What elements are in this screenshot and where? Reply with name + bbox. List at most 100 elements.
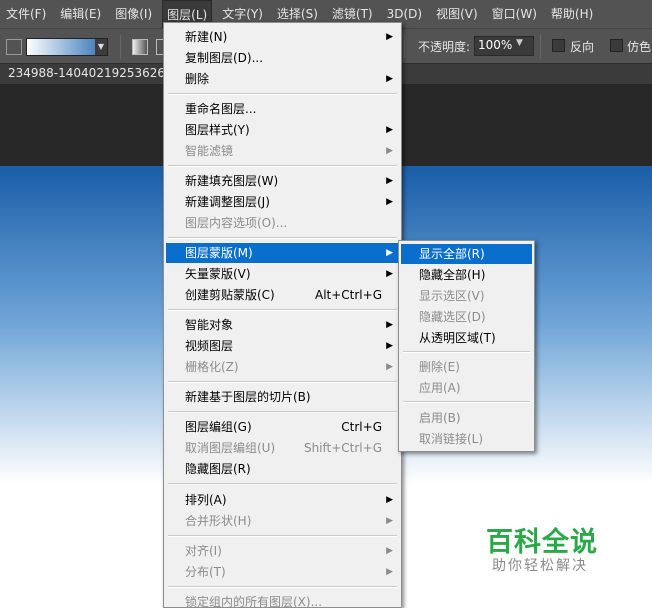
menu-item-layer-content-options[interactable]: 图层内容选项(O)... bbox=[166, 213, 399, 233]
menu-separator bbox=[168, 165, 397, 167]
menu-separator bbox=[168, 93, 397, 95]
menu-item-label: 新建基于图层的切片(B) bbox=[185, 390, 311, 404]
menu-file[interactable]: 文件(F) bbox=[2, 0, 50, 28]
menu-item-label: 新建填充图层(W) bbox=[185, 174, 279, 188]
menu-item-label: 重命名图层... bbox=[185, 102, 257, 116]
menu-item-label: 智能滤镜 bbox=[185, 144, 234, 158]
dither-checkbox[interactable] bbox=[610, 39, 623, 52]
layer-mask-submenu: 显示全部(R) 隐藏全部(H) 显示选区(V) 隐藏选区(D) 从透明区域(T)… bbox=[398, 240, 535, 452]
menu-item-duplicate-layer[interactable]: 复制图层(D)... bbox=[166, 48, 399, 68]
menu-separator bbox=[403, 401, 530, 403]
menu-item-smart-object[interactable]: 智能对象 ▶ bbox=[166, 315, 399, 335]
menu-item-shortcut: Shift+Ctrl+G bbox=[303, 441, 382, 455]
menu-item-reveal-selection[interactable]: 显示选区(V) bbox=[401, 286, 532, 306]
menu-separator bbox=[168, 535, 397, 537]
submenu-arrow-icon: ▶ bbox=[386, 125, 393, 135]
menu-item-combine-shapes[interactable]: 合并形状(H) ▶ bbox=[166, 511, 399, 531]
reverse-label: 反向 bbox=[570, 40, 595, 54]
menu-item-apply-mask[interactable]: 应用(A) bbox=[401, 378, 532, 398]
submenu-arrow-icon: ▶ bbox=[386, 495, 393, 505]
submenu-arrow-icon: ▶ bbox=[386, 176, 393, 186]
menu-view[interactable]: 视图(V) bbox=[432, 0, 482, 28]
menu-item-label: 锁定组内的所有图层(X)... bbox=[185, 595, 323, 608]
separator bbox=[404, 34, 405, 58]
menu-item-label: 隐藏图层(R) bbox=[185, 462, 251, 476]
menu-item-hide-all[interactable]: 隐藏全部(H) bbox=[401, 265, 532, 285]
menu-item-label: 合并形状(H) bbox=[185, 514, 252, 528]
menu-item-label: 删除 bbox=[185, 72, 210, 86]
menu-item-label: 图层内容选项(O)... bbox=[185, 216, 288, 230]
menu-item-ungroup-layers[interactable]: 取消图层编组(U) Shift+Ctrl+G bbox=[166, 438, 399, 458]
menu-item-reveal-all[interactable]: 显示全部(R) bbox=[401, 244, 532, 264]
menu-window[interactable]: 窗口(W) bbox=[488, 0, 541, 28]
menu-item-delete[interactable]: 删除 ▶ bbox=[166, 69, 399, 89]
menu-item-label: 隐藏全部(H) bbox=[419, 268, 486, 282]
menu-item-create-clipping-mask[interactable]: 创建剪贴蒙版(C) Alt+Ctrl+G bbox=[166, 285, 399, 305]
menu-item-label: 矢量蒙版(V) bbox=[185, 267, 251, 281]
menu-edit[interactable]: 编辑(E) bbox=[56, 0, 105, 28]
menu-item-new-adjustment-layer[interactable]: 新建调整图层(J) ▶ bbox=[166, 192, 399, 212]
separator bbox=[540, 34, 541, 58]
menu-item-label: 图层蒙版(M) bbox=[185, 246, 253, 260]
menu-item-label: 对齐(I) bbox=[185, 544, 222, 558]
menu-item-rename-layer[interactable]: 重命名图层... bbox=[166, 99, 399, 119]
menu-image[interactable]: 图像(I) bbox=[111, 0, 156, 28]
chevron-down-icon[interactable]: ▼ bbox=[516, 38, 523, 48]
menu-item-distribute[interactable]: 分布(T) ▶ bbox=[166, 562, 399, 582]
menu-item-shortcut: Alt+Ctrl+G bbox=[314, 288, 382, 302]
menu-separator bbox=[168, 309, 397, 311]
menu-item-label: 应用(A) bbox=[419, 381, 461, 395]
submenu-arrow-icon: ▶ bbox=[386, 146, 393, 156]
linear-gradient-icon[interactable] bbox=[132, 39, 148, 55]
menu-item-arrange[interactable]: 排列(A) ▶ bbox=[166, 490, 399, 510]
menu-item-lock-all-layers-in-group[interactable]: 锁定组内的所有图层(X)... bbox=[166, 592, 399, 608]
chevron-down-icon[interactable]: ▼ bbox=[95, 39, 107, 55]
watermark-subtitle: 助你轻松解决 bbox=[492, 558, 588, 574]
watermark: 百科全说 助你轻松解决 bbox=[472, 518, 622, 582]
menu-separator bbox=[403, 351, 530, 353]
submenu-arrow-icon: ▶ bbox=[386, 516, 393, 526]
menu-item-delete-mask[interactable]: 删除(E) bbox=[401, 357, 532, 377]
submenu-arrow-icon: ▶ bbox=[386, 341, 393, 351]
menu-item-layer-mask[interactable]: 图层蒙版(M) ▶ bbox=[166, 243, 399, 263]
menu-separator bbox=[168, 381, 397, 383]
submenu-arrow-icon: ▶ bbox=[386, 248, 393, 258]
menu-item-rasterize[interactable]: 栅格化(Z) ▶ bbox=[166, 357, 399, 377]
opacity-label: 不透明度: bbox=[418, 40, 471, 54]
menu-item-new-fill-layer[interactable]: 新建填充图层(W) ▶ bbox=[166, 171, 399, 191]
submenu-arrow-icon: ▶ bbox=[386, 546, 393, 556]
separator bbox=[120, 35, 121, 59]
menu-item-hide-selection[interactable]: 隐藏选区(D) bbox=[401, 307, 532, 327]
submenu-arrow-icon: ▶ bbox=[386, 74, 393, 84]
menu-item-label: 启用(B) bbox=[419, 411, 461, 425]
menu-item-label: 复制图层(D)... bbox=[185, 51, 264, 65]
menu-item-layer-style[interactable]: 图层样式(Y) ▶ bbox=[166, 120, 399, 140]
menu-item-hide-layers[interactable]: 隐藏图层(R) bbox=[166, 459, 399, 479]
menu-item-new[interactable]: 新建(N) ▶ bbox=[166, 27, 399, 47]
menu-item-new-layer-based-slice[interactable]: 新建基于图层的切片(B) bbox=[166, 387, 399, 407]
menu-item-label: 智能对象 bbox=[185, 318, 234, 332]
menu-separator bbox=[168, 586, 397, 588]
menu-item-unlink-mask[interactable]: 取消链接(L) bbox=[401, 429, 532, 449]
menu-item-group-layers[interactable]: 图层编组(G) Ctrl+G bbox=[166, 417, 399, 437]
menu-item-vector-mask[interactable]: 矢量蒙版(V) ▶ bbox=[166, 264, 399, 284]
menu-item-align[interactable]: 对齐(I) ▶ bbox=[166, 541, 399, 561]
reverse-checkbox[interactable] bbox=[552, 39, 565, 52]
menu-item-label: 视频图层 bbox=[185, 339, 234, 353]
menu-help[interactable]: 帮助(H) bbox=[547, 0, 597, 28]
menu-item-shortcut: Ctrl+G bbox=[341, 420, 382, 434]
menu-item-smart-filter[interactable]: 智能滤镜 ▶ bbox=[166, 141, 399, 161]
tool-preset-icon[interactable] bbox=[6, 39, 22, 55]
menu-separator bbox=[168, 483, 397, 485]
menu-item-enable-mask[interactable]: 启用(B) bbox=[401, 408, 532, 428]
menu-item-video-layer[interactable]: 视频图层 ▶ bbox=[166, 336, 399, 356]
menu-item-from-transparency[interactable]: 从透明区域(T) bbox=[401, 328, 532, 348]
submenu-arrow-icon: ▶ bbox=[386, 269, 393, 279]
menu-item-label: 栅格化(Z) bbox=[185, 360, 239, 374]
menu-item-label: 创建剪贴蒙版(C) bbox=[185, 288, 275, 302]
menu-separator bbox=[168, 237, 397, 239]
menu-separator bbox=[168, 411, 397, 413]
menu-item-label: 取消链接(L) bbox=[419, 432, 484, 446]
document-tab[interactable]: 234988-14040219253626.jp bbox=[8, 66, 180, 80]
watermark-title: 百科全说 bbox=[486, 527, 598, 558]
